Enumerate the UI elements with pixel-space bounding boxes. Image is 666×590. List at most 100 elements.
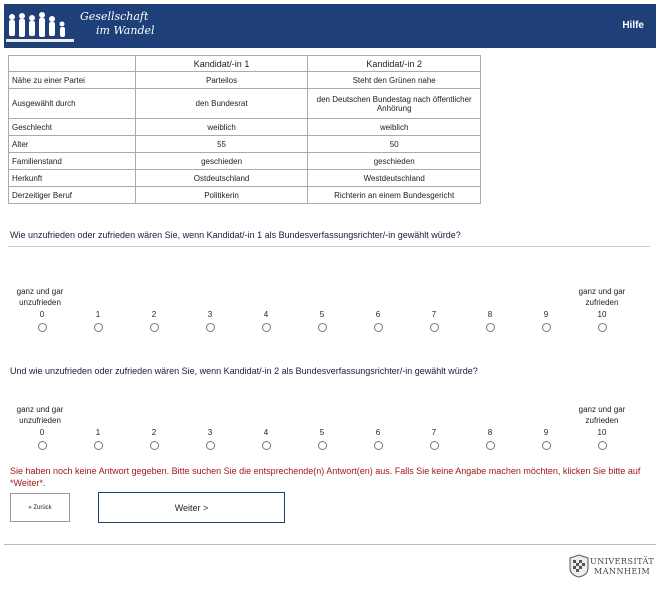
scale-option-number: 8 — [487, 310, 493, 319]
scale-option-number: 4 — [263, 310, 269, 319]
scale-option: 10 — [592, 310, 612, 332]
scale-anchor-left: ganz und gar unzufrieden — [16, 287, 64, 307]
scale-anchor-left: ganz und gar unzufrieden — [16, 405, 64, 425]
scale-option: 7 — [424, 428, 444, 450]
table-header-cell — [8, 55, 136, 72]
candidate1-value: Parteilos — [134, 71, 309, 89]
scale-option: 0 — [32, 428, 52, 450]
scale-option-number: 5 — [319, 428, 325, 437]
logo-title-line1: Gesellschaft — [80, 10, 149, 23]
scale-option: 0 — [32, 310, 52, 332]
scale-option: 9 — [536, 310, 556, 332]
scale-option-number: 4 — [263, 428, 269, 437]
question1-text: Wie unzufrieden oder zufrieden wären Sie… — [10, 230, 461, 240]
radio-button[interactable] — [37, 323, 47, 332]
row-label: Ausgewählt durch — [8, 88, 136, 119]
radio-button[interactable] — [429, 323, 439, 332]
question2-scale: ganz und gar unzufrieden ganz und gar zu… — [8, 404, 648, 454]
help-link[interactable]: Hilfe — [622, 20, 644, 31]
error-message: Sie haben noch keine Antwort gegeben. Bi… — [10, 466, 641, 488]
next-button[interactable]: Weiter > — [98, 492, 285, 523]
scale-option-number: 2 — [151, 310, 157, 319]
scale-option-number: 6 — [375, 428, 381, 437]
table-row: Ausgewählt durch den Bundesrat den Deuts… — [8, 88, 481, 119]
candidate2-value: geschieden — [307, 152, 481, 170]
scale-option-number: 8 — [487, 428, 493, 437]
candidate-comparison-table: Kandidat/-in 1 Kandidat/-in 2 Nähe zu ei… — [8, 55, 481, 204]
scale-anchor-right: ganz und gar zufrieden — [578, 287, 626, 307]
scale-option: 1 — [88, 310, 108, 332]
scale-option-number: 3 — [207, 310, 213, 319]
scale-option: 7 — [424, 310, 444, 332]
divider — [8, 246, 650, 247]
radio-button[interactable] — [205, 441, 215, 450]
question2-text: Und wie unzufrieden oder zufrieden wären… — [10, 366, 478, 376]
candidate1-value: 55 — [134, 135, 309, 153]
radio-button[interactable] — [261, 441, 271, 450]
table-header-row: Kandidat/-in 1 Kandidat/-in 2 — [8, 55, 481, 72]
scale-option: 2 — [144, 428, 164, 450]
question1-scale: ganz und gar unzufrieden ganz und gar zu… — [8, 286, 648, 336]
footer-divider — [4, 544, 656, 545]
back-button[interactable]: « Zurück — [10, 493, 70, 522]
radio-button[interactable] — [541, 323, 551, 332]
scale-option: 10 — [592, 428, 612, 450]
scale-option: 8 — [480, 428, 500, 450]
scale-option-number: 0 — [39, 310, 45, 319]
candidate2-value: den Deutschen Bundestag nach öffentliche… — [307, 88, 481, 119]
candidate1-value: geschieden — [134, 152, 309, 170]
radio-button[interactable] — [541, 441, 551, 450]
scale-option: 4 — [256, 310, 276, 332]
table-row: Alter 55 50 — [8, 135, 481, 153]
scale-option: 6 — [368, 310, 388, 332]
radio-button[interactable] — [429, 441, 439, 450]
radio-button[interactable] — [373, 441, 383, 450]
scale-option-number: 10 — [597, 310, 607, 319]
radio-button[interactable] — [317, 323, 327, 332]
scale-option-number: 9 — [543, 428, 549, 437]
table-row: Derzeitiger Beruf Politikerin Richterin … — [8, 186, 481, 204]
radio-button[interactable] — [37, 441, 47, 450]
radio-button[interactable] — [485, 441, 495, 450]
table-header-cell: Kandidat/-in 2 — [307, 55, 481, 72]
table-row: Familienstand geschieden geschieden — [8, 152, 481, 170]
row-label: Nähe zu einer Partei — [8, 71, 136, 89]
scale-option-number: 7 — [431, 310, 437, 319]
radio-button[interactable] — [261, 323, 271, 332]
radio-button[interactable] — [317, 441, 327, 450]
table-header-cell: Kandidat/-in 1 — [134, 55, 309, 72]
logo-title-line2: im Wandel — [96, 24, 155, 37]
scale-option: 3 — [200, 310, 220, 332]
scale-option-number: 3 — [207, 428, 213, 437]
people-silhouettes-icon — [6, 12, 74, 42]
scale-option: 9 — [536, 428, 556, 450]
row-label: Familienstand — [8, 152, 136, 170]
scale-option: 1 — [88, 428, 108, 450]
radio-button[interactable] — [597, 441, 607, 450]
candidate1-value: Ostdeutschland — [134, 169, 309, 187]
row-label: Geschlecht — [8, 118, 136, 136]
radio-button[interactable] — [93, 441, 103, 450]
candidate2-value: Steht den Grünen nahe — [307, 71, 481, 89]
university-name-line1: UNIVERSITÄT — [590, 557, 655, 566]
scale-option-number: 1 — [95, 310, 101, 319]
candidate2-value: weiblich — [307, 118, 481, 136]
radio-button[interactable] — [597, 323, 607, 332]
scale-option-number: 10 — [597, 428, 607, 437]
scale-anchor-right: ganz und gar zufrieden — [578, 405, 626, 425]
radio-button[interactable] — [93, 323, 103, 332]
table-row: Geschlecht weiblich weiblich — [8, 118, 481, 136]
scale-option: 2 — [144, 310, 164, 332]
scale-option-number: 7 — [431, 428, 437, 437]
scale-option: 3 — [200, 428, 220, 450]
radio-button[interactable] — [373, 323, 383, 332]
radio-button[interactable] — [485, 323, 495, 332]
scale-option-number: 5 — [319, 310, 325, 319]
candidate2-value: Richterin an einem Bundesgericht — [307, 186, 481, 204]
university-logo: UNIVERSITÄT MANNHEIM — [568, 552, 656, 582]
candidate1-value: Politikerin — [134, 186, 309, 204]
radio-button[interactable] — [149, 441, 159, 450]
radio-button[interactable] — [149, 323, 159, 332]
radio-button[interactable] — [205, 323, 215, 332]
scale-option: 5 — [312, 310, 332, 332]
